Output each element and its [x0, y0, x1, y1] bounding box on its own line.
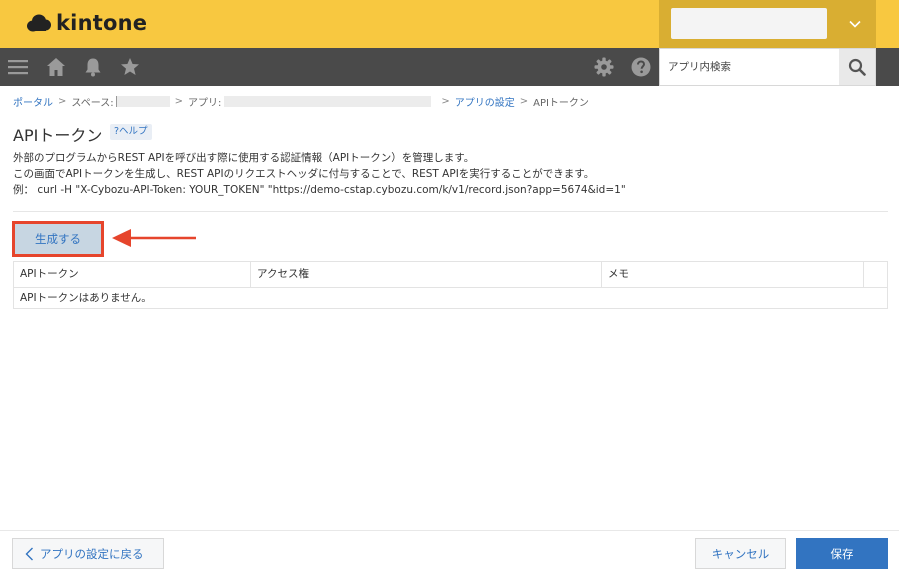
chevron-down-icon[interactable] [845, 14, 865, 34]
menu-icon[interactable] [7, 56, 29, 78]
help-link[interactable]: ?ヘルプ [110, 124, 152, 140]
search-input[interactable] [660, 49, 840, 85]
chevron-left-icon [25, 547, 33, 560]
breadcrumb-current: APIトークン [533, 98, 589, 109]
api-token-table: APIトークン アクセス権 メモ APIトークンはありません。 [13, 261, 888, 309]
gear-icon[interactable] [593, 56, 615, 78]
footer-divider [0, 530, 899, 531]
user-menu[interactable] [659, 0, 876, 48]
back-to-settings-button[interactable]: アプリの設定に戻る [12, 538, 164, 569]
app-header: kintone [0, 0, 899, 48]
star-icon[interactable] [119, 56, 141, 78]
pointer-arrow-icon [112, 229, 196, 247]
home-icon[interactable] [45, 56, 67, 78]
description-line-1: 外部のプログラムからREST APIを呼び出す際に使用する認証情報（APIトーク… [13, 152, 475, 164]
kintone-logo[interactable]: kintone [26, 11, 147, 35]
description-line-2: この画面でAPIトークンを生成し、REST APIのリクエストヘッダに付与するこ… [13, 168, 595, 180]
breadcrumb-separator: > [519, 96, 529, 107]
breadcrumb: ポータル > スペース: > アプリ: > アプリの設定 > APIトークン [13, 94, 589, 109]
breadcrumb-separator: > [174, 96, 183, 107]
column-header-access: アクセス権 [251, 262, 602, 287]
breadcrumb-app-redacted[interactable] [224, 96, 432, 107]
cancel-button[interactable]: キャンセル [695, 538, 786, 569]
breadcrumb-separator: > [58, 96, 67, 107]
table-empty-message: APIトークンはありません。 [20, 292, 152, 304]
user-name-redacted [671, 8, 827, 39]
logo-text: kintone [56, 11, 148, 35]
breadcrumb-portal[interactable]: ポータル [13, 94, 53, 109]
column-header-memo: メモ [602, 262, 864, 287]
divider [13, 211, 888, 212]
breadcrumb-space-redacted[interactable] [115, 96, 170, 107]
column-header-api-token: APIトークン [14, 262, 251, 287]
cloud-logo-icon [27, 14, 51, 32]
search-button[interactable] [839, 49, 875, 85]
search-icon [848, 58, 866, 76]
generate-button[interactable]: 生成する [15, 224, 101, 254]
app-search [659, 48, 876, 86]
page-title: APIトークン [13, 126, 103, 145]
breadcrumb-space-label: スペース: [71, 98, 114, 109]
help-icon[interactable] [630, 56, 652, 78]
back-button-label: アプリの設定に戻る [40, 546, 144, 561]
save-button[interactable]: 保存 [796, 538, 888, 569]
breadcrumb-app-settings[interactable]: アプリの設定 [455, 94, 515, 109]
breadcrumb-app-label: アプリ: [187, 98, 222, 109]
description-example: 例： curl -H "X-Cybozu-API-Token: YOUR_TOK… [13, 184, 626, 196]
bell-icon[interactable] [82, 56, 104, 78]
breadcrumb-separator: > [441, 96, 450, 107]
